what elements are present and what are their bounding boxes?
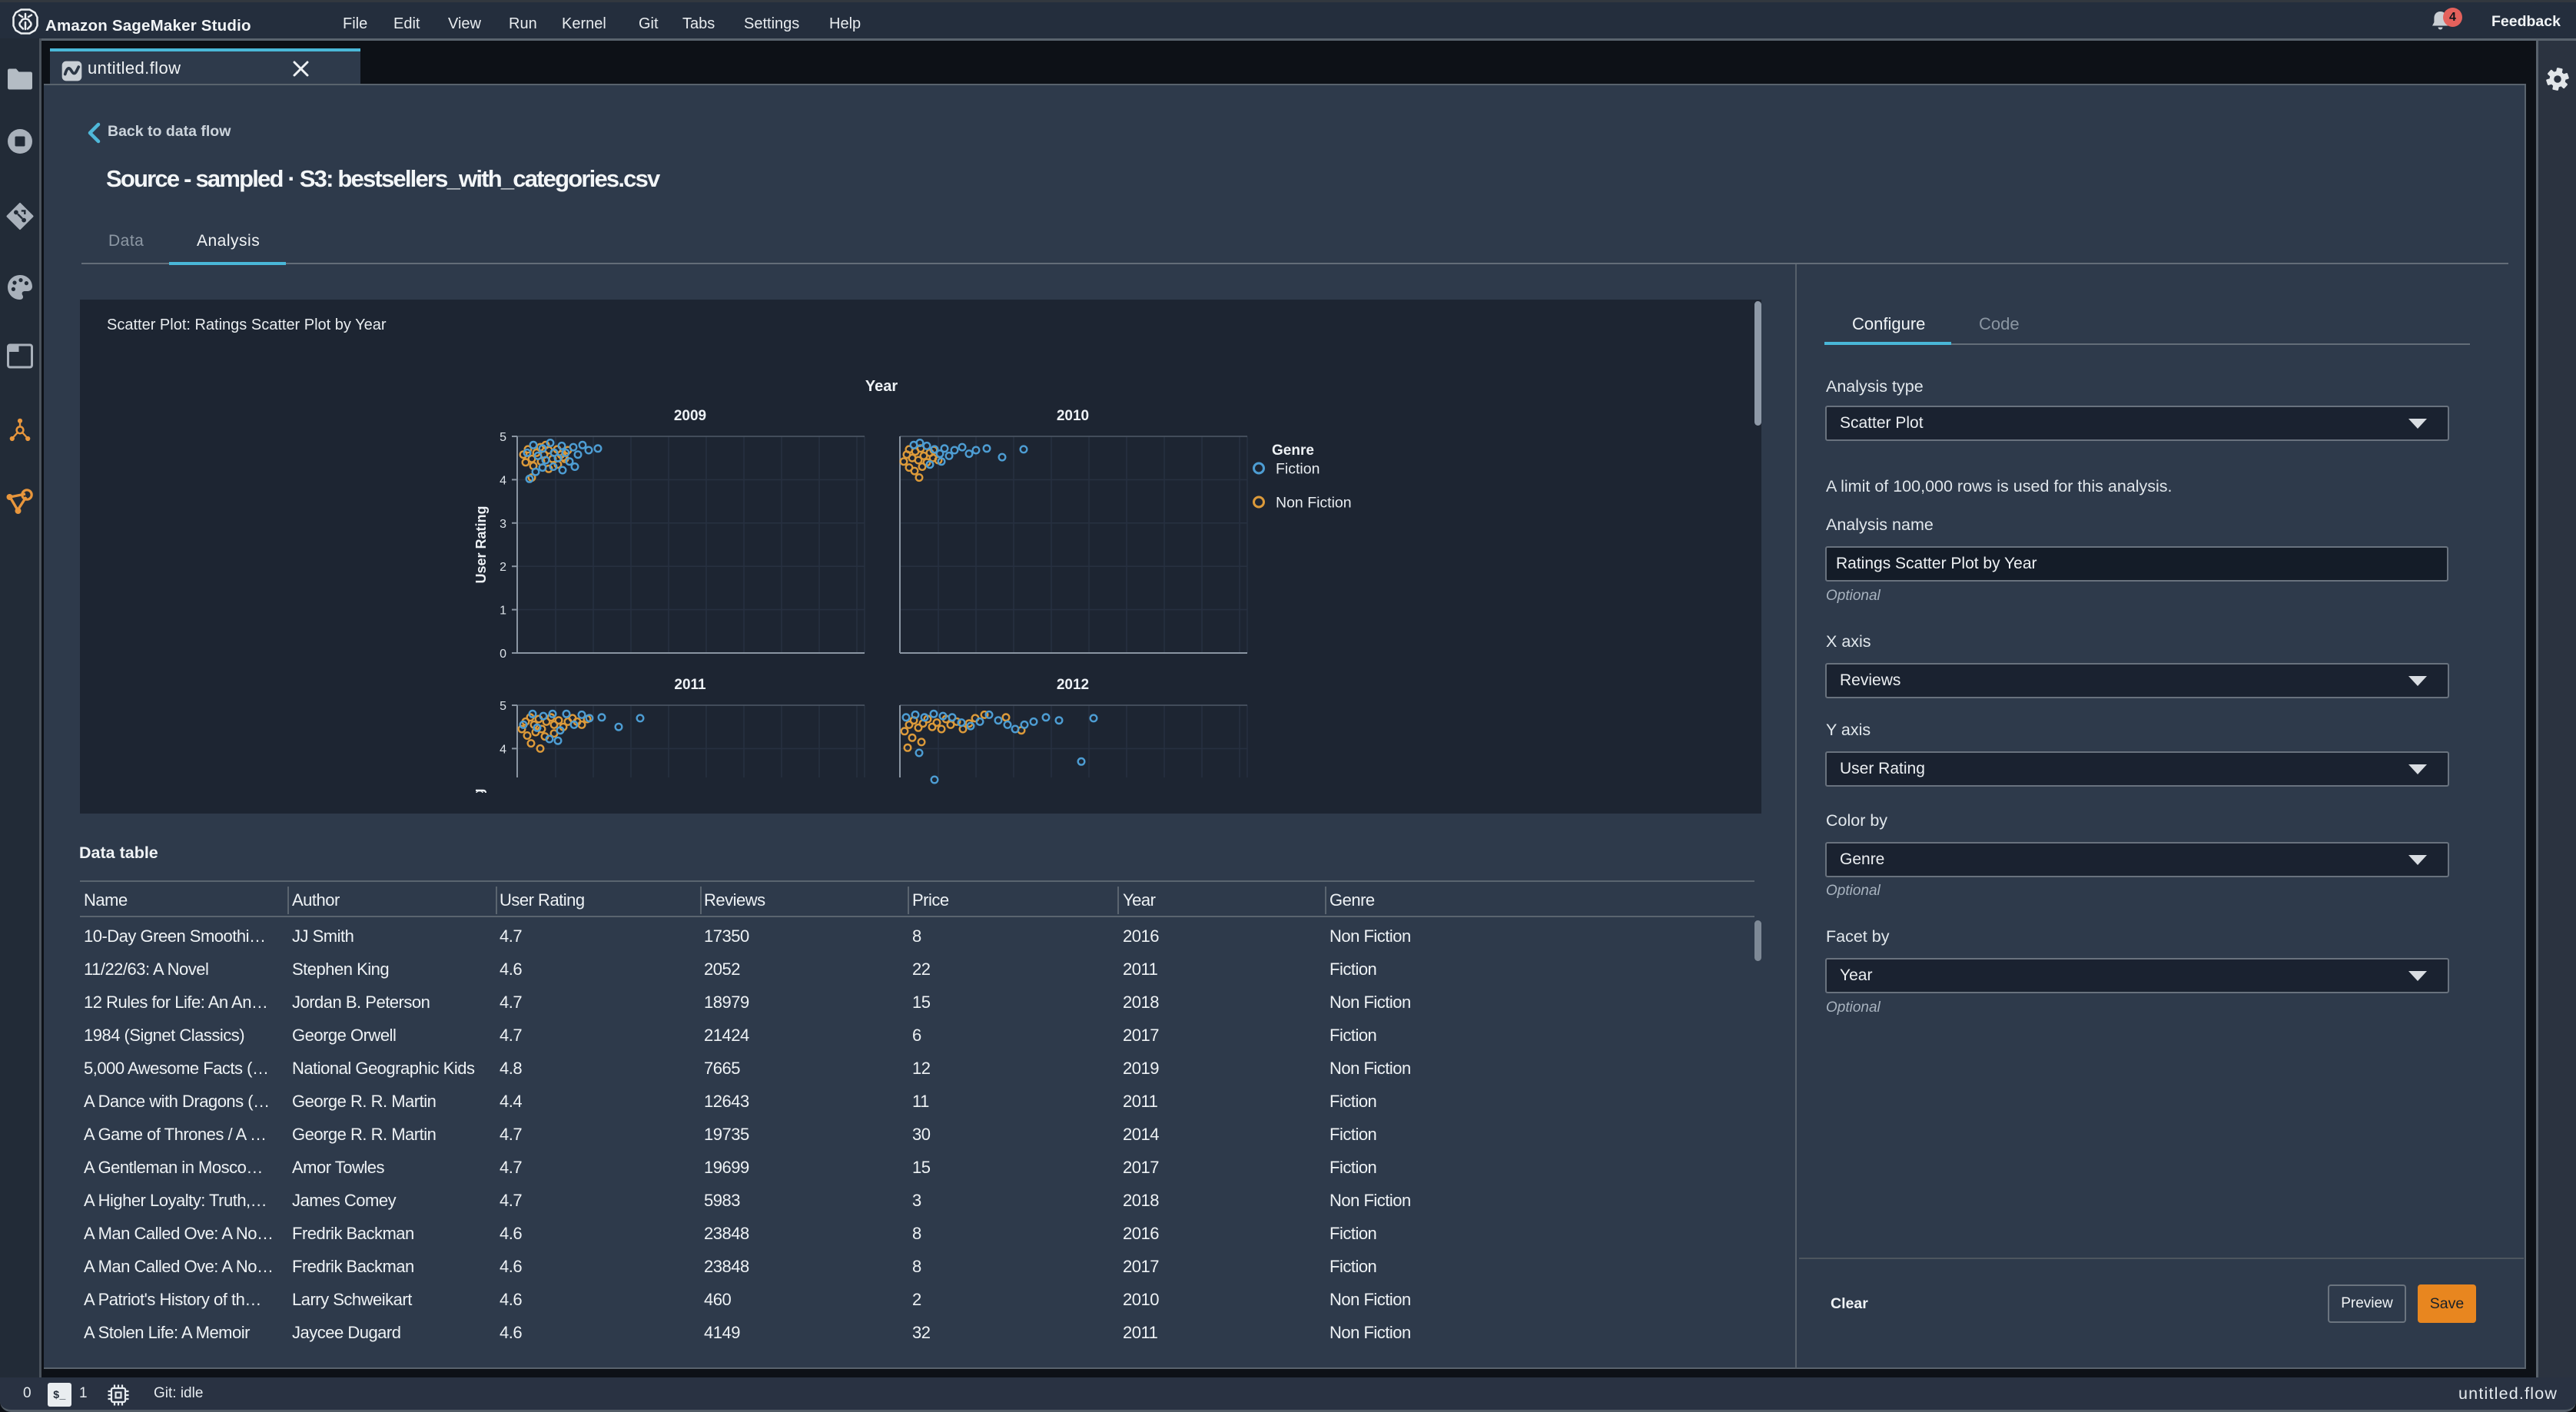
svg-text:2009: 2009: [674, 408, 706, 424]
svg-text:Non Fiction: Non Fiction: [1276, 495, 1352, 512]
svg-text:3: 3: [500, 518, 506, 531]
svg-text:2: 2: [500, 561, 506, 574]
svg-text:Fiction: Fiction: [1276, 461, 1320, 478]
svg-text:4: 4: [500, 743, 506, 756]
svg-text:2012: 2012: [1057, 677, 1089, 693]
svg-text:0: 0: [500, 648, 506, 661]
svg-text:Year: Year: [865, 378, 898, 395]
svg-text:4: 4: [500, 474, 506, 487]
svg-text:2010: 2010: [1057, 408, 1089, 424]
svg-text:User Rating: User Rating: [471, 788, 486, 793]
svg-text:User Rating: User Rating: [473, 505, 489, 583]
svg-text:1: 1: [500, 605, 506, 618]
svg-text:Genre: Genre: [1272, 442, 1314, 459]
svg-text:2011: 2011: [674, 677, 706, 693]
svg-text:5: 5: [500, 700, 506, 713]
svg-text:5: 5: [500, 431, 506, 444]
